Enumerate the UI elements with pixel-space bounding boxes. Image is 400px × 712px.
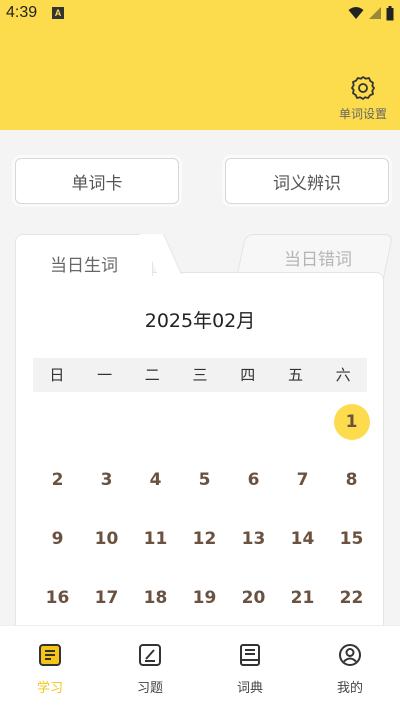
calendar-day[interactable]: 18	[138, 580, 174, 616]
nav-item-study[interactable]: 学习	[0, 626, 100, 712]
calendar-day	[138, 404, 174, 440]
notification-badge-icon: A	[52, 7, 64, 19]
calendar-day[interactable]: 12	[187, 521, 223, 557]
nav-label: 我的	[336, 681, 363, 696]
month-title: 2025年02月	[144, 310, 256, 332]
calendar-day[interactable]: 22	[334, 580, 370, 616]
calendar-day[interactable]: 17	[89, 580, 125, 616]
settings-label: 单词设置	[338, 107, 387, 121]
calendar-day[interactable]: 16	[40, 580, 76, 616]
calendar-day	[40, 404, 76, 440]
calendar-day-selected[interactable]: 1	[333, 404, 370, 440]
nav-item-profile[interactable]: 我的	[300, 626, 400, 712]
weekday-label: 五	[287, 366, 303, 384]
weekday-label: 四	[240, 366, 256, 384]
battery-icon	[386, 5, 394, 20]
status-icons	[348, 5, 394, 21]
calendar-day[interactable]: 2	[40, 462, 76, 498]
nav-label: 学习	[36, 681, 63, 696]
calendar-day[interactable]: 4	[138, 462, 174, 498]
calendar-day[interactable]: 5	[187, 462, 223, 498]
calendar-day	[89, 404, 125, 440]
word-settings-button[interactable]: 单词设置	[338, 74, 388, 122]
calendar-day[interactable]: 11	[138, 521, 174, 557]
calendar-week-row: 2 3 4 5 6 7 8	[33, 458, 376, 502]
tab-daily-new-words-label: 当日生词	[50, 256, 118, 276]
status-time: 4:39	[6, 4, 38, 21]
calendar-day	[285, 404, 321, 440]
profile-icon	[339, 644, 361, 666]
calendar-day	[187, 404, 223, 440]
calendar-day[interactable]: 21	[285, 580, 321, 616]
calendar-day[interactable]: 6	[236, 462, 272, 498]
weekday-header: 日 一 二 三 四 五 六	[33, 358, 367, 392]
tab-daily-mistakes-label: 当日错词	[284, 250, 352, 270]
calendar-day[interactable]: 15	[334, 521, 370, 557]
nav-label: 习题	[136, 681, 163, 696]
meaning-recognition-button[interactable]: 词义辨识	[225, 158, 389, 204]
calendar-day[interactable]: 8	[334, 462, 370, 498]
nav-item-exercises[interactable]: 习题	[100, 626, 200, 712]
weekday-label: 三	[192, 366, 208, 384]
signal-icon	[369, 7, 381, 19]
weekday-label: 二	[144, 366, 160, 384]
calendar-day[interactable]: 20	[236, 580, 272, 616]
word-cards-button[interactable]: 单词卡	[15, 158, 179, 204]
exercise-icon	[139, 644, 161, 666]
nav-item-dictionary[interactable]: 词典	[200, 626, 300, 712]
status-bar: 4:39 A	[0, 0, 400, 28]
calendar-day[interactable]: 19	[187, 580, 223, 616]
calendar-day	[236, 404, 272, 440]
nav-label: 词典	[236, 681, 263, 696]
weekday-label: 一	[97, 366, 113, 384]
calendar-day[interactable]: 3	[89, 462, 125, 498]
weekday-label: 日	[49, 366, 65, 384]
dictionary-icon	[240, 644, 260, 666]
calendar-week-row: 1	[33, 400, 376, 444]
bottom-nav: 学习 习题 词典 我的	[0, 625, 400, 712]
calendar-day[interactable]: 9	[40, 521, 76, 557]
wifi-icon	[348, 7, 364, 19]
gear-icon	[351, 76, 375, 100]
calendar-day[interactable]: 10	[89, 521, 125, 557]
calendar-week-row: 9 10 11 12 13 14 15	[33, 517, 376, 561]
weekday-label: 六	[335, 366, 351, 384]
calendar-week-row: 16 17 18 19 20 21 22	[33, 576, 376, 620]
calendar-day[interactable]: 7	[285, 462, 321, 498]
calendar-day[interactable]: 13	[236, 521, 272, 557]
calendar-day[interactable]: 14	[285, 521, 321, 557]
study-icon	[39, 644, 61, 666]
